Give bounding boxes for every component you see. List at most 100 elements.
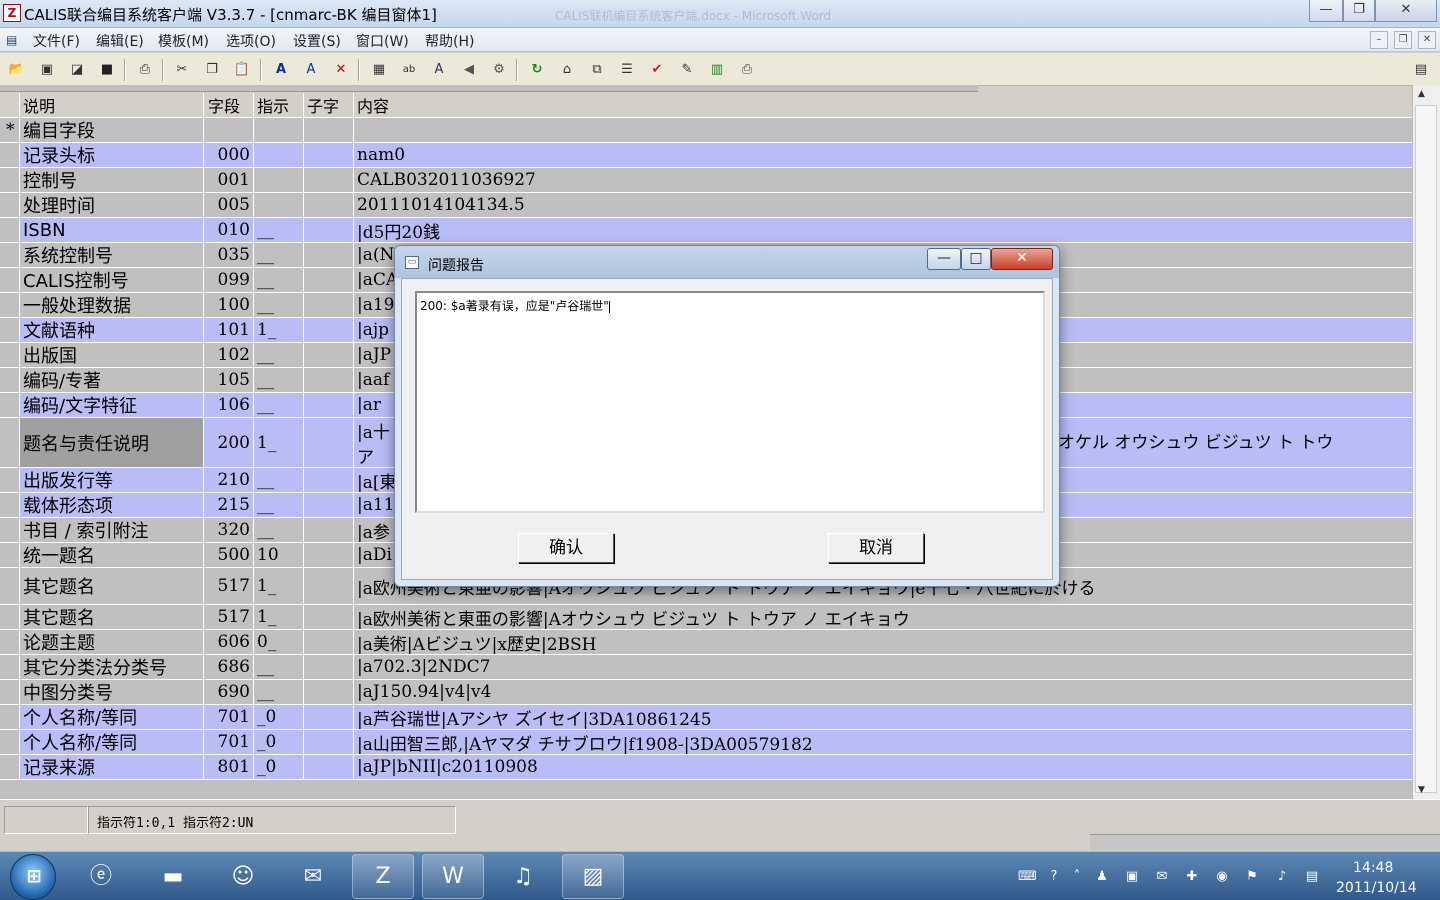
table-row[interactable]: ISBN 010 __ |d5円20銭 [0, 218, 1412, 243]
row-indicator[interactable]: __ [254, 518, 304, 542]
row-field-tag[interactable]: 102 [204, 343, 254, 367]
calis-client-icon[interactable]: Z [352, 854, 414, 899]
start-button[interactable]: ⊞ [10, 854, 56, 900]
table-row[interactable]: 控制号 001 CALB032011036927 [0, 168, 1412, 193]
scroll-down-icon[interactable]: ▼ [1418, 785, 1425, 795]
mdi-close-button[interactable]: ✕ [1418, 31, 1436, 49]
row-subfield[interactable] [304, 605, 354, 629]
edit-icon[interactable]: ✎ [675, 58, 699, 82]
menu-file[interactable]: 文件(F) [33, 31, 80, 51]
row-description[interactable]: 一般处理数据 [20, 293, 204, 317]
row-subfield[interactable] [304, 193, 354, 217]
maximize-button[interactable]: ❐ [1343, 0, 1375, 22]
row-description[interactable]: 中图分类号 [20, 680, 204, 704]
confirm-button[interactable]: 确认 [518, 533, 614, 563]
scroll-up-icon[interactable]: ▲ [1418, 89, 1425, 99]
dialog-maximize-button[interactable]: □ [961, 248, 991, 270]
row-field-tag[interactable]: 005 [204, 193, 254, 217]
row-description[interactable]: 载体形态项 [20, 493, 204, 517]
header-subfield[interactable]: 子字 [304, 93, 354, 117]
row-field-tag[interactable]: 000 [204, 143, 254, 167]
row-field-tag[interactable]: 701 [204, 705, 254, 729]
row-description[interactable]: ISBN [20, 218, 204, 242]
row-content[interactable]: |aJ150.94|v4|v4 [354, 680, 1412, 704]
volume-icon[interactable]: ♪ [1273, 868, 1291, 886]
bottom-scrollbar[interactable] [1090, 834, 1440, 850]
table-row[interactable]: 记录头标 000 nam0 [0, 143, 1412, 168]
cancel-button[interactable]: 取消 [828, 533, 924, 563]
row-indicator[interactable]: _0 [254, 705, 304, 729]
row-description[interactable]: 记录来源 [20, 755, 204, 779]
row-field-tag[interactable]: 215 [204, 493, 254, 517]
row-description[interactable]: 编码/文字特征 [20, 393, 204, 417]
row-content[interactable]: |a美術|Aビジュツ|x歴史|2BSH [354, 630, 1412, 654]
row-subfield[interactable] [304, 368, 354, 392]
row-content[interactable]: |a山田智三郎,|Aヤマダ チサブロウ|f1908-|3DA00579182 [354, 730, 1412, 754]
clock-date[interactable]: 2011/10/14 [1336, 880, 1417, 896]
row-content[interactable] [354, 118, 1412, 142]
row-content[interactable]: |a702.3|2NDC7 [354, 655, 1412, 679]
row-field-tag[interactable] [204, 118, 254, 142]
clock-time[interactable]: 14:48 [1353, 860, 1393, 876]
dialog-minimize-button[interactable]: — [927, 248, 961, 270]
row-description[interactable]: 文献语种 [20, 318, 204, 342]
row-indicator[interactable]: 0_ [254, 630, 304, 654]
row-subfield[interactable] [304, 168, 354, 192]
row-field-tag[interactable]: 320 [204, 518, 254, 542]
row-content[interactable]: 20111014104134.5 [354, 193, 1412, 217]
form-icon[interactable]: ▦ [367, 58, 391, 82]
copy-icon[interactable]: ❐ [200, 58, 224, 82]
row-indicator[interactable] [254, 193, 304, 217]
header-field[interactable]: 字段 [204, 93, 254, 117]
row-indicator[interactable]: __ [254, 368, 304, 392]
row-description[interactable]: 出版发行等 [20, 468, 204, 492]
outlook-icon[interactable]: ✉ [282, 854, 344, 899]
row-subfield[interactable] [304, 543, 354, 567]
mdi-restore-button[interactable]: ❐ [1394, 31, 1412, 49]
row-subfield[interactable] [304, 568, 354, 604]
qq-icon[interactable]: ♟ [1093, 868, 1111, 886]
copy-record-icon[interactable]: ⧉ [585, 58, 609, 82]
row-indicator[interactable]: __ [254, 293, 304, 317]
menu-template[interactable]: 模板(M) [158, 31, 209, 51]
row-description[interactable]: 其它题名 [20, 568, 204, 604]
row-indicator[interactable]: 1_ [254, 568, 304, 604]
row-description[interactable]: 出版国 [20, 343, 204, 367]
flag-icon[interactable]: ⚑ [1243, 868, 1261, 886]
import-icon[interactable]: ▣ [35, 58, 59, 82]
row-description[interactable]: 题名与责任说明 [20, 418, 204, 467]
row-description[interactable]: 个人名称/等同 [20, 730, 204, 754]
book-icon[interactable]: ▥ [705, 58, 729, 82]
table-row[interactable]: 中图分类号 690 __ |aJ150.94|v4|v4 [0, 680, 1412, 705]
row-field-tag[interactable]: 801 [204, 755, 254, 779]
export-icon[interactable]: ◪ [65, 58, 89, 82]
network-icon[interactable]: ▤ [1303, 868, 1321, 886]
row-field-tag[interactable]: 517 [204, 605, 254, 629]
row-description[interactable]: 其它题名 [20, 605, 204, 629]
row-description[interactable]: 统一题名 [20, 543, 204, 567]
table-row[interactable]: 记录来源 801 _0 |aJP|bNII|c20110908 [0, 755, 1412, 780]
report-textarea[interactable]: 200: $a著录有误，应是"卢谷瑞世" [415, 291, 1045, 513]
row-content[interactable]: |a欧州美術と東亜の影響|Aオウシュウ ビジュツ ト トウア ノ エイキョウ [354, 605, 1412, 629]
row-subfield[interactable] [304, 705, 354, 729]
row-field-tag[interactable]: 010 [204, 218, 254, 242]
table-row[interactable]: 处理时间 005 20111014104134.5 [0, 193, 1412, 218]
row-subfield[interactable] [304, 493, 354, 517]
row-subfield[interactable] [304, 655, 354, 679]
mdi-minimize-button[interactable]: – [1370, 31, 1388, 49]
row-indicator[interactable]: 10 [254, 543, 304, 567]
row-description[interactable]: 书目 / 索引附注 [20, 518, 204, 542]
print-preview-icon[interactable]: ⎙ [133, 58, 157, 82]
row-indicator[interactable]: __ [254, 655, 304, 679]
row-indicator[interactable]: __ [254, 218, 304, 242]
row-description[interactable]: 论题主题 [20, 630, 204, 654]
row-field-tag[interactable]: 035 [204, 243, 254, 267]
menu-options[interactable]: 选项(O) [226, 31, 276, 51]
row-subfield[interactable] [304, 318, 354, 342]
row-subfield[interactable] [304, 268, 354, 292]
row-subfield[interactable] [304, 755, 354, 779]
menu-settings[interactable]: 设置(S) [293, 31, 341, 51]
word-icon[interactable]: W [422, 854, 484, 899]
row-description[interactable]: 个人名称/等同 [20, 705, 204, 729]
cut-icon[interactable]: ✂ [170, 58, 194, 82]
